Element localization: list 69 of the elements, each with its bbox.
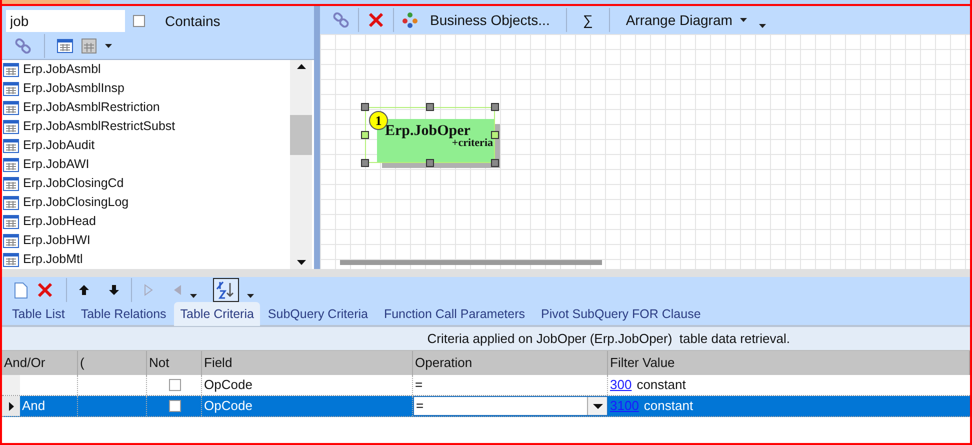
table-list-item[interactable]: Erp.JobClosingCd [2,174,290,193]
dropdown-caret-icon[interactable] [105,44,112,48]
table-cell[interactable]: = [413,375,608,395]
table-list-item[interactable]: Erp.JobMtl [2,250,290,269]
dropdown-caret-icon[interactable] [592,404,602,408]
chain-link-icon[interactable] [14,36,32,55]
table-list-item[interactable]: Erp.JobAsmbl [2,60,290,79]
business-objects-button[interactable]: Business Objects... [422,10,558,30]
contains-checkbox[interactable] [133,15,145,28]
vertical-scrollbar[interactable] [290,60,312,269]
filter-value-text: constant [644,397,694,416]
table-list-item[interactable]: Erp.JobAsmblRestrictSubst [2,117,290,136]
tab[interactable]: SubQuery Criteria [262,303,374,325]
resize-handle[interactable] [361,103,369,111]
dropdown-caret-icon[interactable] [740,18,748,22]
table-list-item[interactable]: Erp.JobAWI [2,155,290,174]
arrange-diagram-button[interactable]: Arrange Diagram [618,10,756,30]
delete-icon[interactable] [36,281,54,299]
table-list-item[interactable]: Erp.JobAudit [2,136,290,155]
criteria-row[interactable]: OpCode = 300 constant [2,375,970,396]
overflow-caret-icon[interactable] [759,24,766,28]
table-list-item[interactable]: Erp.JobAsmblInsp [2,79,290,98]
search-field[interactable]: job [6,10,125,32]
chain-link-icon[interactable] [332,11,350,29]
tab[interactable]: Pivot SubQuery FOR Clause [535,303,707,325]
contains-label: Contains [165,12,220,31]
new-document-icon[interactable] [14,282,28,298]
tab[interactable]: Table List [6,303,71,325]
horizontal-scrollbar[interactable] [340,260,602,265]
resize-handle[interactable] [426,103,434,111]
dropdown-caret-icon[interactable] [190,294,197,298]
table-list-item[interactable]: Erp.JobHead [2,212,290,231]
resize-handle[interactable] [426,159,434,167]
criteria-info-bar: Criteria applied on JobOper (Erp.JobOper) table data retrieval. [2,327,970,351]
objects-icon[interactable] [402,12,418,28]
row-pointer-icon [8,402,14,410]
not-checkbox[interactable] [169,400,181,412]
table-list-item[interactable]: Erp.JobClosingLog [2,193,290,212]
not-checkbox[interactable] [169,379,181,391]
filter-value-link[interactable]: 300 [610,375,632,395]
table-cell[interactable]: And [20,396,78,416]
table-print-icon[interactable] [81,36,97,55]
tab[interactable]: Table Criteria [174,302,260,326]
criteria-row[interactable]: And OpCode = 3100 constant [2,396,970,417]
sort-az-icon[interactable] [213,278,239,302]
filter-value-text: constant [636,376,686,394]
resize-handle[interactable] [491,131,499,139]
move-up-icon[interactable] [79,284,89,296]
scroll-up-icon[interactable] [296,64,306,69]
diagram-canvas[interactable]: Erp.JobOper +criteria 1 [320,34,970,269]
scroll-down-icon[interactable] [296,260,306,265]
move-down-icon[interactable] [109,284,119,296]
table-cell[interactable]: OpCode [202,375,413,395]
scrollbar-thumb[interactable] [290,114,312,154]
resize-handle[interactable] [491,103,499,111]
tab[interactable]: Function Call Parameters [378,303,531,325]
table-list-item[interactable]: Erp.JobHWI [2,231,290,250]
sum-button[interactable]: ∑ [574,10,601,30]
number-badge: 1 [369,111,388,130]
resize-handle[interactable] [491,159,499,167]
tab[interactable]: Table Relations [74,303,172,325]
operation-dropdown[interactable]: = [413,396,608,416]
node-subtitle: +criteria [452,137,493,151]
resize-handle[interactable] [361,131,369,139]
dropdown-caret-icon[interactable] [247,294,254,298]
resize-handle[interactable] [361,159,369,167]
table-list-item[interactable]: Erp.JobAsmblRestriction [2,98,290,117]
delete-icon[interactable] [367,11,385,29]
table-icon [57,38,73,53]
